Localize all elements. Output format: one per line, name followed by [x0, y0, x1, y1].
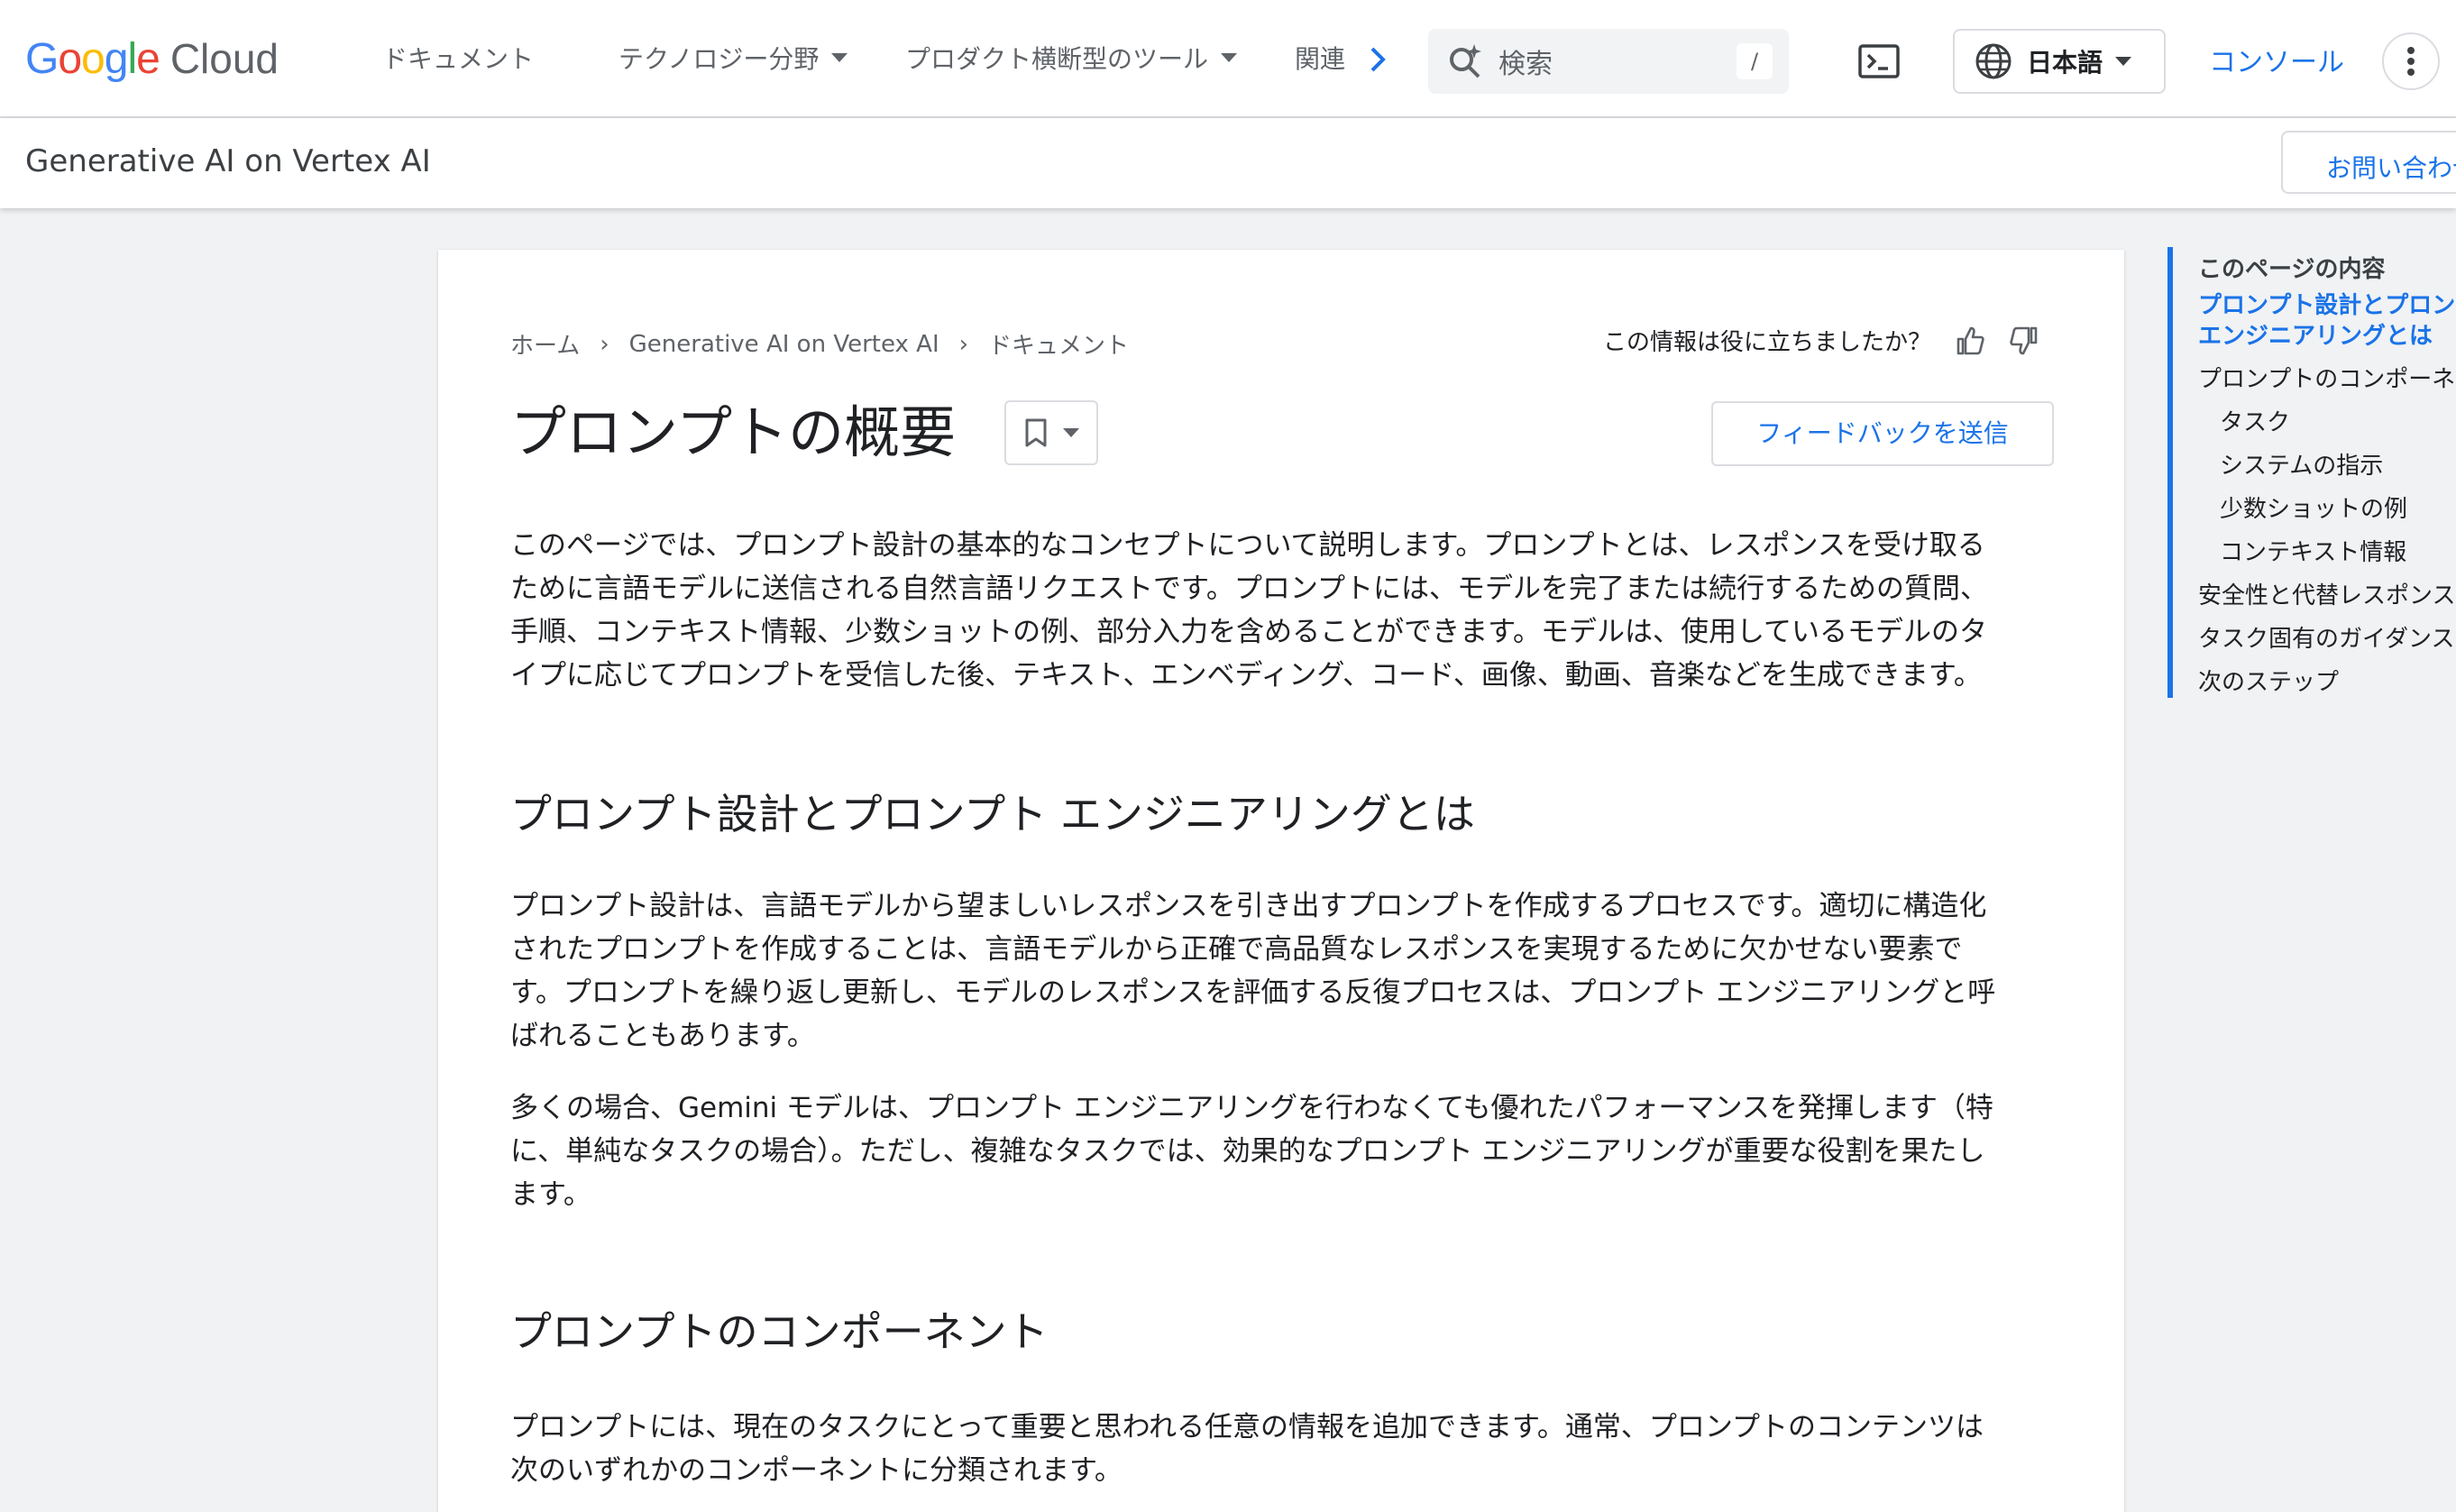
google-cloud-logo[interactable]: Google Cloud [25, 29, 279, 88]
toc-item-context-information[interactable]: コンテキスト情報 [2220, 537, 2406, 568]
product-title[interactable]: Generative AI on Vertex AI [25, 143, 431, 179]
caret-down-icon [2115, 57, 2132, 66]
top-header: Google Cloud ドキュメント テクノロジー分野 プロダクト横断型のツー… [0, 0, 2456, 118]
caret-down-icon [831, 53, 848, 62]
breadcrumb-home[interactable]: ホーム [510, 327, 580, 361]
product-subheader: Generative AI on Vertex AI お問い合わせ [0, 118, 2456, 208]
google-logo-text: Google [25, 34, 160, 83]
toc-item-safety-fallback[interactable]: 安全性と代替レスポンス [2198, 581, 2455, 611]
send-feedback-button[interactable]: フィードバックを送信 [1711, 401, 2054, 466]
language-label: 日本語 [2027, 48, 2103, 78]
caret-down-icon [1221, 53, 1238, 62]
nav-related[interactable]: 関連 [1295, 40, 1345, 76]
thumb-down-icon[interactable] [2009, 325, 2039, 356]
nav-scroll-right-chevron-icon[interactable] [1361, 41, 1394, 78]
contact-button[interactable]: お問い合わせ [2281, 131, 2456, 194]
toc-item-prompt-design[interactable]: プロンプト設計とプロンプト エンジニアリングとは [2198, 290, 2456, 352]
helpful-question: この情報は役に立ちましたか？ [1603, 329, 1932, 356]
paragraph-line: 多くの場合、Gemini モデルは、プロンプト エンジニアリングを行わなくても優… [510, 1092, 1993, 1124]
nav-cross-product-tools[interactable]: プロダクト横断型のツール [905, 40, 1238, 76]
paragraph-line: されたプロンプトを作成することは、言語モデルから正確で高品質なレスポンスを実現す… [510, 933, 1963, 966]
section-heading-prompt-design: プロンプト設計とプロンプト エンジニアリングとは [510, 790, 1475, 838]
toc-title: このページの内容 [2198, 256, 2386, 283]
prompt-design-paragraph: プロンプト設計は、言語モデルから望ましいレスポンスを引き出すプロンプトを作成する… [510, 884, 2061, 1058]
paragraph-line: イプに応じてプロンプトを受信した後、テキスト、エンベディング、コード、画像、動画… [510, 659, 1982, 692]
paragraph-line: 手順、コンテキスト情報、少数ショットの例、部分入力を含めることができます。モデル… [510, 616, 1988, 648]
toc-item-few-shot-examples[interactable]: 少数ショットの例 [2220, 494, 2407, 525]
toc-item-task[interactable]: タスク [2220, 408, 2290, 438]
paragraph-line: このページでは、プロンプト設計の基本的なコンセプトについて説明します。プロンプト… [510, 529, 1985, 562]
nav-documents-label: ドキュメント [382, 44, 535, 74]
paragraph-line: ばれることもあります。 [510, 1020, 815, 1052]
search-placeholder: 検索 [1498, 49, 1553, 80]
nav-related-label: 関連 [1295, 44, 1346, 74]
toc-item-task-specific-guidance[interactable]: タスク固有のガイダンス [2198, 624, 2454, 655]
breadcrumb-chevron-icon: › [600, 330, 609, 358]
paragraph-line: 次のいずれかのコンポーネントに分類されます。 [510, 1454, 1123, 1487]
article-card: ホーム › Generative AI on Vertex AI › ドキュメン… [438, 250, 2124, 1512]
nav-technology-areas-label: テクノロジー分野 [619, 44, 820, 74]
breadcrumb-documents[interactable]: ドキュメント [988, 327, 1129, 361]
paragraph-line: ために言語モデルに送信される自然言語リクエストです。プロンプトには、モデルを完了… [510, 573, 1988, 605]
nav-technology-areas[interactable]: テクノロジー分野 [619, 40, 848, 76]
section-heading-prompt-components: プロンプトのコンポーネント [510, 1307, 1049, 1356]
breadcrumb-product[interactable]: Generative AI on Vertex AI [629, 331, 939, 358]
paragraph-line: に、単純なタスクの場合）。ただし、複雑なタスクでは、効果的なプロンプト エンジニ… [510, 1135, 1985, 1168]
toc-item-prompt-components[interactable]: プロンプトのコンポーネント [2198, 364, 2456, 395]
cloud-logo-text: Cloud [170, 35, 280, 82]
cloud-shell-terminal-icon[interactable] [1856, 40, 1902, 83]
toc-item-label-line: エンジニアリングとは [2198, 323, 2433, 350]
nav-documents[interactable]: ドキュメント [382, 40, 534, 76]
toc-item-next-steps[interactable]: 次のステップ [2198, 667, 2339, 698]
helpful-prompt: この情報は役に立ちましたか？ [1603, 324, 2039, 357]
prompt-components-paragraph: プロンプトには、現在のタスクにとって重要と思われる任意の情報を追加できます。通常… [510, 1406, 2061, 1492]
bookmark-button[interactable] [1004, 400, 1098, 465]
caret-down-icon [1063, 428, 1079, 437]
intro-paragraph: このページでは、プロンプト設計の基本的なコンセプトについて説明します。プロンプト… [510, 524, 2061, 697]
paragraph-line: プロンプト設計は、言語モデルから望ましいレスポンスを引き出すプロンプトを作成する… [510, 890, 1987, 922]
search-shortcut-key: / [1737, 43, 1773, 79]
thumb-up-icon[interactable] [1955, 325, 1985, 356]
more-options-button[interactable] [2382, 32, 2440, 90]
console-link[interactable]: コンソール [2209, 40, 2344, 79]
nav-cross-product-tools-label: プロダクト横断型のツール [905, 44, 1209, 74]
paragraph-line: プロンプトには、現在のタスクにとって重要と思われる任意の情報を追加できます。通常… [510, 1411, 1984, 1443]
breadcrumb: ホーム › Generative AI on Vertex AI › ドキュメン… [510, 327, 1129, 361]
bookmark-icon [1025, 418, 1047, 447]
page-title: プロンプトの概要 [510, 399, 957, 465]
paragraph-line: す。プロンプトを繰り返し更新し、モデルのレスポンスを評価する反復プロセスは、プロ… [510, 976, 1996, 1009]
toc-item-label-line: プロンプト設計とプロンプト [2198, 292, 2456, 319]
language-selector[interactable]: 日本語 [1953, 29, 2166, 94]
toc-active-indicator [2167, 247, 2173, 698]
globe-icon [1975, 42, 2012, 80]
toc-item-system-instructions[interactable]: システムの指示 [2220, 451, 2383, 481]
more-vert-icon [2407, 47, 2415, 76]
breadcrumb-chevron-icon: › [958, 330, 969, 358]
search-box[interactable]: 検索 / [1428, 29, 1789, 94]
paragraph-line: ます。 [510, 1178, 591, 1211]
gemini-paragraph: 多くの場合、Gemini モデルは、プロンプト エンジニアリングを行わなくても優… [510, 1086, 2061, 1216]
search-spark-icon [1446, 42, 1484, 80]
